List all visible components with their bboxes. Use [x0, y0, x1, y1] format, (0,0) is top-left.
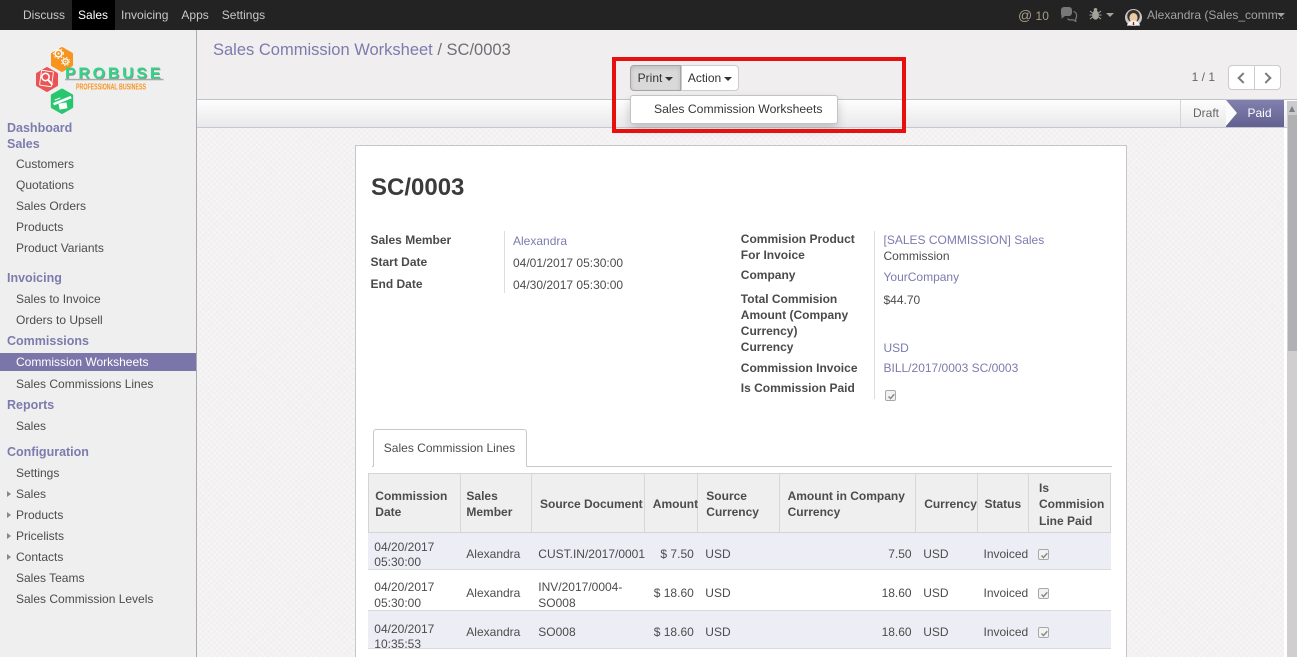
svg-text:PROFESSIONAL BUSINESS: PROFESSIONAL BUSINESS — [76, 83, 146, 92]
